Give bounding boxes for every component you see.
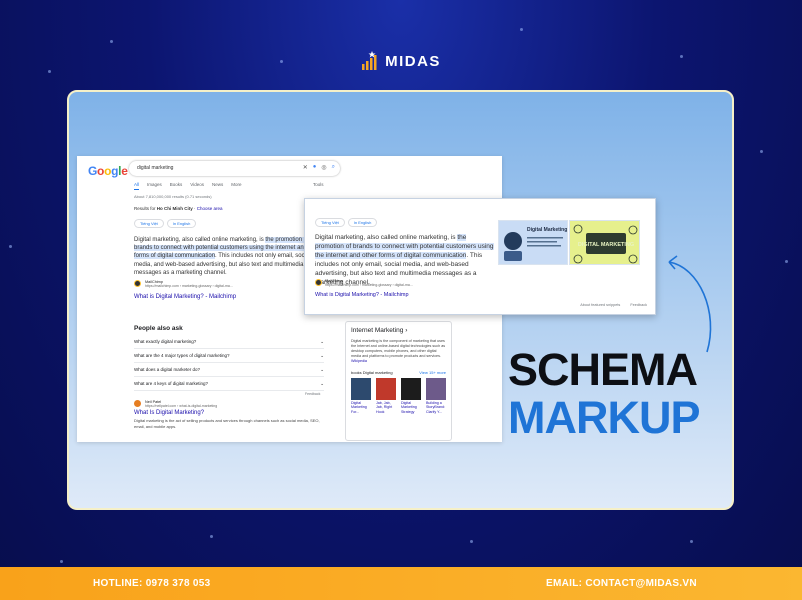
lang-en-pill[interactable]: In English: [347, 218, 378, 227]
lang-en-pill[interactable]: In English: [166, 219, 197, 228]
snippet-image-digital-marketing[interactable]: Digital Marketing: [498, 220, 568, 265]
snippet-source-link[interactable]: What is Digital Marketing? - Mailchimp: [315, 292, 409, 298]
headline-markup: MARKUP: [508, 392, 700, 443]
chevron-down-icon: ⌄: [320, 366, 324, 372]
chevron-down-icon: ⌄: [320, 380, 324, 386]
hotline-text[interactable]: HOTLINE: 0978 378 053: [93, 578, 210, 589]
paa-item[interactable]: What are the 4 major types of digital ma…: [134, 349, 324, 363]
book-cover: [401, 378, 421, 400]
book-cover: [376, 378, 396, 400]
featured-snippet-text: Digital marketing, also called online ma…: [134, 237, 323, 276]
chevron-down-icon: ⌄: [320, 338, 324, 344]
tab-books[interactable]: Books: [170, 182, 183, 190]
email-text[interactable]: EMAIL: CONTACT@MIDAS.VN: [546, 578, 697, 589]
search-input[interactable]: digital marketing ✕ ● ◎ ⌕: [129, 161, 340, 176]
tab-videos[interactable]: Videos: [190, 182, 204, 190]
knowledge-panel: Internet Marketing › Digital marketing i…: [345, 321, 452, 441]
snippet-image-caption: Digital Marketing: [527, 227, 567, 233]
language-pills: Tiếng Việt In English: [315, 218, 378, 227]
feedback-link[interactable]: Feedback: [305, 392, 320, 396]
book-item[interactable]: Digital Marketing For...: [351, 378, 371, 414]
result-title-link[interactable]: What Is Digital Marketing?: [134, 410, 324, 416]
snippet-source: MailChimp https://mailchimp.com › marketi…: [134, 280, 233, 288]
close-icon[interactable]: ✕: [303, 164, 308, 171]
snippet-image-chalkboard[interactable]: DIGITAL MARKETING: [569, 220, 640, 265]
tab-more[interactable]: More: [231, 182, 241, 190]
book-list: Digital Marketing For... Jab, Jab, Jab, …: [351, 378, 446, 414]
lang-vi-pill[interactable]: Tiếng Việt: [315, 218, 345, 227]
kp-books-header: books Digital marketing View 15+ more: [351, 370, 446, 375]
results-for: Results for Ho Chi Minh City · Choose ar…: [134, 206, 223, 211]
google-logo[interactable]: Google: [88, 164, 128, 178]
paa-item[interactable]: What exactly digital marketing? ⌄: [134, 335, 324, 349]
chevron-down-icon: ⌄: [320, 352, 324, 358]
microphone-icon[interactable]: ●: [313, 164, 317, 171]
showcase-panel: Google digital marketing ✕ ● ◎ ⌕ All Ima…: [67, 90, 734, 510]
paa-item[interactable]: What are 4 keys of digital marketing? ⌄: [134, 377, 324, 391]
headline-schema: SCHEMA: [508, 344, 698, 395]
language-pills: Tiếng Việt In English: [134, 219, 197, 228]
snippet-source: MailChimp https://mailchimp.com › marketi…: [315, 279, 413, 287]
tab-images[interactable]: Images: [147, 182, 162, 190]
lang-vi-pill[interactable]: Tiếng Việt: [134, 219, 164, 228]
book-item[interactable]: Jab, Jab, Jab, Right Hook: [376, 378, 396, 414]
tab-news[interactable]: News: [212, 182, 223, 190]
paa-item[interactable]: What does a digital marketer do? ⌄: [134, 363, 324, 377]
choose-area-link[interactable]: Choose area: [197, 206, 223, 211]
people-also-ask-list: What exactly digital marketing? ⌄ What ar…: [134, 335, 324, 391]
snippet-footer: About featured snippets Feedback: [580, 303, 647, 307]
bar-chart-star-icon: [361, 50, 379, 72]
book-cover: [426, 378, 446, 400]
neilpatel-favicon: [134, 400, 141, 407]
mailchimp-favicon: [134, 280, 141, 287]
result-count: About 7,810,000,000 results (0.71 second…: [134, 194, 212, 199]
kp-description: Digital marketing is the component of ma…: [351, 339, 446, 363]
kp-title[interactable]: Internet Marketing ›: [351, 327, 446, 334]
tools-button[interactable]: Tools: [313, 182, 324, 187]
people-also-ask-title: People also ask: [134, 325, 183, 332]
search-result: Neil Patel https://neilpatel.com › what-i…: [134, 400, 324, 429]
chevron-right-icon: ›: [405, 327, 408, 334]
chalkboard-caption: DIGITAL MARKETING: [578, 242, 634, 248]
camera-icon[interactable]: ◎: [321, 164, 326, 171]
tab-all[interactable]: All: [134, 182, 140, 190]
brand-logo: MIDAS: [0, 50, 802, 72]
about-snippets-link[interactable]: About featured snippets: [580, 303, 620, 307]
search-icon[interactable]: ⌕: [332, 164, 335, 171]
book-item[interactable]: Building a StoryBrand: Clarify Y...: [426, 378, 446, 414]
search-tabs: All Images Books Videos News More: [134, 182, 242, 190]
view-more-link[interactable]: View 15+ more: [419, 370, 446, 375]
search-query: digital marketing: [137, 165, 174, 171]
mailchimp-favicon: [315, 279, 322, 286]
featured-snippet-zoom: Tiếng Việt In English Digital marketing,…: [304, 198, 656, 315]
book-cover: [351, 378, 371, 400]
brand-name: MIDAS: [385, 52, 441, 70]
wikipedia-link[interactable]: Wikipedia: [351, 359, 367, 363]
result-description: Digital marketing is the act of selling …: [134, 418, 320, 429]
contact-footer: HOTLINE: 0978 378 053 EMAIL: CONTACT@MID…: [0, 567, 802, 600]
book-item[interactable]: Digital Marketing Strategy: [401, 378, 421, 414]
snippet-source-link[interactable]: What is Digital Marketing? - Mailchimp: [134, 294, 236, 300]
